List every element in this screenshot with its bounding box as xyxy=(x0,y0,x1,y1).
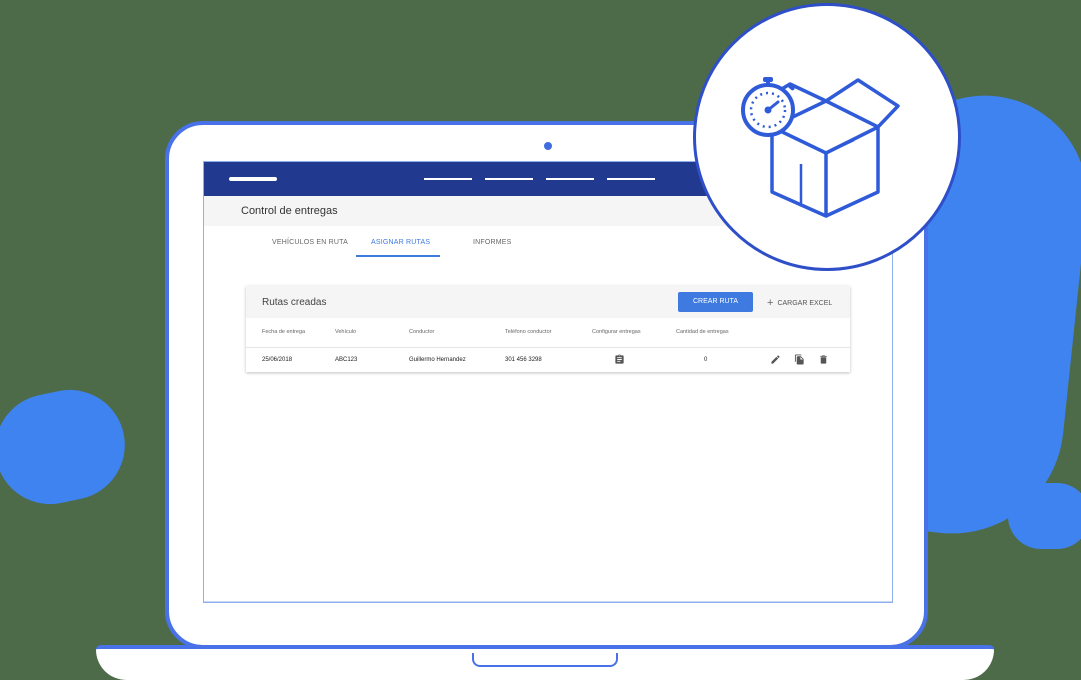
laptop-notch xyxy=(472,653,618,667)
column-header: Cantidad de entregas xyxy=(676,329,729,335)
card-header: Rutas creadas CREAR RUTA + CARGAR EXCEL xyxy=(246,286,850,318)
tab-informes[interactable]: INFORMES xyxy=(473,239,512,246)
row-divider xyxy=(246,347,850,348)
upload-excel-label: CARGAR EXCEL xyxy=(777,300,833,307)
decorative-blob xyxy=(0,379,136,515)
tab-asignar-rutas[interactable]: ASIGNAR RUTAS xyxy=(371,239,430,246)
logo-placeholder[interactable] xyxy=(229,177,277,181)
cell-vehiculo: ABC123 xyxy=(335,357,358,363)
card-title: Rutas creadas xyxy=(262,297,327,308)
decorative-blob xyxy=(1008,483,1081,549)
edit-icon[interactable] xyxy=(770,354,781,365)
routes-card: Rutas creadas CREAR RUTA + CARGAR EXCEL F… xyxy=(246,286,850,372)
tab-vehiculos-en-ruta[interactable]: VEHÍCULOS EN RUTA xyxy=(272,239,348,246)
cell-cantidad: 0 xyxy=(704,357,708,363)
cell-fecha: 25/06/2018 xyxy=(262,357,293,363)
nav-item-placeholder[interactable] xyxy=(485,178,533,180)
laptop-base xyxy=(96,645,994,680)
column-header: Fecha de entrega xyxy=(262,329,306,335)
cell-telefono: 301 456 3298 xyxy=(505,357,542,363)
screen-edge xyxy=(204,601,892,602)
copy-icon[interactable] xyxy=(794,354,805,365)
delete-icon[interactable] xyxy=(818,354,829,365)
delivery-time-illustration xyxy=(741,77,900,218)
column-header: Configurar entregas xyxy=(592,329,641,335)
laptop-camera xyxy=(544,142,552,150)
create-route-button[interactable]: CREAR RUTA xyxy=(678,292,753,312)
nav-item-placeholder[interactable] xyxy=(546,178,594,180)
column-header: Vehículo xyxy=(335,329,357,335)
column-header: Conductor xyxy=(409,329,435,335)
column-header: Teléfono conductor xyxy=(505,329,552,335)
page-title: Control de entregas xyxy=(241,205,338,217)
nav-item-placeholder[interactable] xyxy=(607,178,655,180)
cell-conductor: Guillermo Hernandez xyxy=(409,357,466,363)
active-tab-indicator xyxy=(356,255,440,257)
clipboard-icon[interactable] xyxy=(614,354,625,365)
plus-icon: + xyxy=(767,297,774,309)
upload-excel-button[interactable]: + CARGAR EXCEL xyxy=(767,297,832,309)
feature-badge xyxy=(693,3,961,271)
nav-item-placeholder[interactable] xyxy=(424,178,472,180)
